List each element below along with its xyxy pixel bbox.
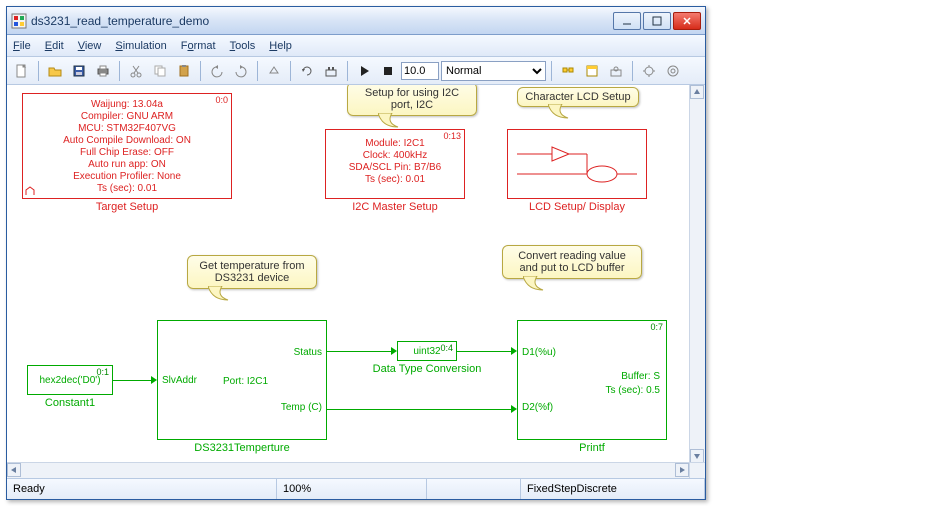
undo-icon[interactable]: [206, 60, 228, 82]
port-status: Status: [294, 347, 322, 358]
block-dtc[interactable]: 0:4 uint32: [397, 341, 457, 361]
paste-icon[interactable]: [173, 60, 195, 82]
play-icon[interactable]: [353, 60, 375, 82]
maximize-button[interactable]: [643, 12, 671, 30]
app-window: ds3231_read_temperature_demo File Edit V…: [6, 6, 706, 500]
block-lcd-label: LCD Setup/ Display: [507, 201, 647, 213]
port-temp: Temp (C): [281, 402, 322, 413]
redo-icon[interactable]: [230, 60, 252, 82]
build-icon[interactable]: [320, 60, 342, 82]
priority-label: 0:0: [215, 95, 228, 105]
config-icon[interactable]: [605, 60, 627, 82]
block-ds3231[interactable]: SlvAddr Port: I2C1 Status Temp (C): [157, 320, 327, 440]
menu-simulation[interactable]: Simulation: [115, 40, 166, 52]
lcd-diagram-icon: [517, 139, 637, 189]
priority-label: 0:1: [96, 367, 109, 377]
priority-label: 0:13: [443, 131, 461, 141]
close-button[interactable]: [673, 12, 701, 30]
callout-temp: Get temperature from DS3231 device: [187, 255, 317, 289]
port-slvaddr: SlvAddr: [162, 375, 197, 386]
target-icon[interactable]: [662, 60, 684, 82]
wire: [327, 351, 393, 352]
priority-label: 0:4: [440, 343, 453, 353]
arrow-icon: [391, 347, 397, 355]
status-ready: Ready: [7, 479, 277, 499]
port-i2c1: Port: I2C1: [223, 376, 268, 387]
block-target-setup[interactable]: 0:0 Waijung: 13.04a Compiler: GNU ARM MC…: [22, 93, 232, 199]
minimize-button[interactable]: [613, 12, 641, 30]
menubar: File Edit View Simulation Format Tools H…: [7, 35, 705, 57]
copy-icon[interactable]: [149, 60, 171, 82]
arrow-icon: [511, 347, 517, 355]
toolbar: Normal: [7, 57, 705, 85]
port-d2: D2(%f): [522, 402, 553, 413]
block-i2c-master[interactable]: 0:13 Module: I2C1 Clock: 400kHz SDA/SCL …: [325, 129, 465, 199]
horizontal-scrollbar[interactable]: [7, 462, 689, 478]
callout-lcd: Character LCD Setup: [517, 87, 639, 107]
up-icon[interactable]: [263, 60, 285, 82]
sim-mode-select[interactable]: Normal: [441, 61, 546, 81]
cut-icon[interactable]: [125, 60, 147, 82]
statusbar: Ready 100% FixedStepDiscrete: [7, 479, 705, 499]
menu-format[interactable]: Format: [181, 40, 216, 52]
stop-icon[interactable]: [377, 60, 399, 82]
block-target-setup-label: Target Setup: [22, 201, 232, 213]
scroll-corner: [689, 462, 705, 478]
block-printf[interactable]: 0:7 D1(%u) D2(%f) Buffer: S Ts (sec): 0.…: [517, 320, 667, 440]
buffer-label: Buffer: S: [621, 371, 660, 382]
menu-view[interactable]: View: [78, 40, 102, 52]
new-icon[interactable]: [11, 60, 33, 82]
open-icon[interactable]: [44, 60, 66, 82]
callout-convert: Convert reading value and put to LCD buf…: [502, 245, 642, 279]
block-dtc-label: Data Type Conversion: [367, 363, 487, 375]
menu-tools[interactable]: Tools: [230, 40, 256, 52]
window-title: ds3231_read_temperature_demo: [31, 14, 613, 28]
menu-help[interactable]: Help: [269, 40, 292, 52]
model-canvas[interactable]: 0:0 Waijung: 13.04a Compiler: GNU ARM MC…: [7, 85, 705, 479]
block-i2c-label: I2C Master Setup: [325, 201, 465, 213]
priority-label: 0:7: [650, 322, 663, 332]
wire: [327, 409, 513, 410]
menu-edit[interactable]: Edit: [45, 40, 64, 52]
arrow-icon: [511, 405, 517, 413]
wire: [113, 380, 153, 381]
block-printf-label: Printf: [517, 442, 667, 454]
status-empty: [427, 479, 521, 499]
arrow-icon: [151, 376, 157, 384]
model-explorer-icon[interactable]: [581, 60, 603, 82]
callout-i2c: Setup for using I2C port, I2C: [347, 85, 477, 116]
refresh-icon[interactable]: [296, 60, 318, 82]
port-d1: D1(%u): [522, 347, 556, 358]
status-zoom: 100%: [277, 479, 427, 499]
save-icon[interactable]: [68, 60, 90, 82]
block-constant1[interactable]: 0:1 hex2dec('D0'): [27, 365, 113, 395]
lib-browser-icon[interactable]: [557, 60, 579, 82]
sim-time-input[interactable]: [401, 62, 439, 80]
status-solver: FixedStepDiscrete: [521, 479, 705, 499]
block-lcd-setup[interactable]: [507, 129, 647, 199]
ts-label: Ts (sec): 0.5: [606, 385, 660, 396]
app-icon: [11, 13, 27, 29]
block-constant1-label: Constant1: [27, 397, 113, 409]
titlebar: ds3231_read_temperature_demo: [7, 7, 705, 35]
vertical-scrollbar[interactable]: [689, 85, 705, 463]
block-ds3231-label: DS3231Temperture: [157, 442, 327, 454]
menu-file[interactable]: File: [13, 40, 31, 52]
subsystem-icon: [25, 186, 35, 196]
print-icon[interactable]: [92, 60, 114, 82]
debug-icon[interactable]: [638, 60, 660, 82]
wire: [457, 351, 513, 352]
